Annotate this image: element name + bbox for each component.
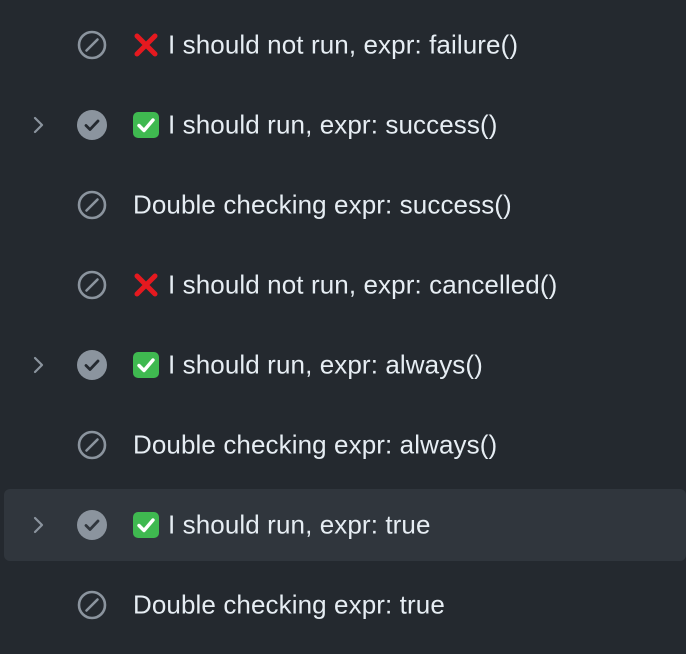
step-label: I should not run, expr: failure(): [168, 29, 519, 60]
check-circle-icon: [76, 349, 108, 381]
check-circle-icon: [76, 509, 108, 541]
skipped-icon: [76, 269, 108, 301]
step-row-selected[interactable]: I should run, expr: true: [4, 489, 686, 561]
step-row[interactable]: I should not run, expr: failure(): [4, 9, 686, 81]
step-row[interactable]: I should not run, expr: cancelled(): [4, 249, 686, 321]
step-label: I should not run, expr: cancelled(): [168, 269, 558, 300]
skipped-icon: [76, 429, 108, 461]
step-label: Double checking expr: always(): [133, 429, 498, 460]
step-row[interactable]: Double checking expr: success(): [4, 169, 686, 241]
step-row[interactable]: Double checking expr: true: [4, 569, 686, 641]
chevron-right-icon[interactable]: [28, 355, 48, 375]
skipped-icon: [76, 29, 108, 61]
cross-mark-icon: [131, 30, 161, 60]
check-box-icon: [131, 510, 161, 540]
check-box-icon: [131, 350, 161, 380]
skipped-icon: [76, 189, 108, 221]
step-label: Double checking expr: true: [133, 589, 445, 620]
cross-mark-icon: [131, 270, 161, 300]
job-steps-list: I should not run, expr: failure() I shou…: [0, 9, 686, 649]
step-label: Double checking expr: success(): [133, 189, 512, 220]
step-row[interactable]: I should run, expr: always(): [4, 329, 686, 401]
skipped-icon: [76, 589, 108, 621]
step-row[interactable]: I should run, expr: success(): [4, 89, 686, 161]
chevron-right-icon[interactable]: [28, 115, 48, 135]
step-row[interactable]: Double checking expr: always(): [4, 409, 686, 481]
step-label: I should run, expr: success(): [168, 109, 498, 140]
step-label: I should run, expr: always(): [168, 349, 483, 380]
check-box-icon: [131, 110, 161, 140]
step-label: I should run, expr: true: [168, 509, 431, 540]
check-circle-icon: [76, 109, 108, 141]
chevron-right-icon[interactable]: [28, 515, 48, 535]
